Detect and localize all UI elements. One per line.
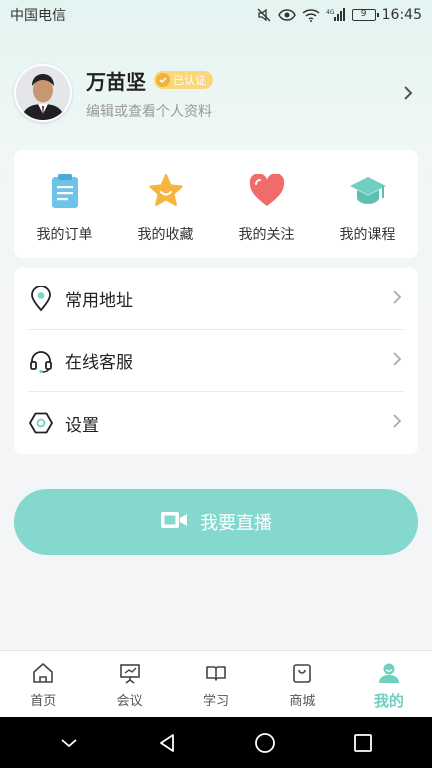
check-icon	[156, 73, 170, 87]
profile-subtitle: 编辑或查看个人资料	[86, 103, 212, 120]
shopping-bag-icon	[290, 661, 314, 685]
quick-link-following[interactable]: 我的关注	[216, 150, 317, 258]
tab-mine[interactable]: 我的	[346, 651, 432, 717]
eye-icon	[277, 8, 296, 22]
location-pin-icon	[28, 285, 54, 312]
go-live-label: 我要直播	[200, 513, 272, 534]
chevron-right-icon	[390, 288, 404, 310]
tab-mall[interactable]: 商城	[259, 651, 345, 717]
clipboard-icon	[46, 172, 84, 210]
chevron-right-icon	[390, 350, 404, 372]
menu-item-support[interactable]: 在线客服	[28, 330, 404, 392]
menu-item-address[interactable]: 常用地址	[28, 268, 404, 330]
menu-item-settings[interactable]: 设置	[28, 392, 404, 454]
tab-study[interactable]: 学习	[173, 651, 259, 717]
video-camera-icon	[160, 510, 188, 535]
home-circle-icon[interactable]	[250, 728, 280, 758]
bottom-tab-bar: 首页 会议 学习 商城 我的	[0, 650, 432, 717]
user-icon	[377, 661, 401, 685]
battery-icon: 9	[351, 9, 379, 21]
settings-hexagon-icon	[28, 410, 54, 436]
status-bar: 中国电信 4G 9 16:45	[0, 0, 432, 30]
recent-apps-icon[interactable]	[348, 728, 378, 758]
settings-menu-card: 常用地址 在线客服 设置	[14, 268, 418, 454]
tab-meeting[interactable]: 会议	[86, 651, 172, 717]
avatar[interactable]	[14, 64, 72, 122]
mute-icon	[256, 7, 272, 23]
signal-icon: 4G	[326, 8, 346, 22]
quick-link-courses[interactable]: 我的课程	[317, 150, 418, 258]
go-live-button[interactable]: 我要直播	[14, 489, 418, 555]
svg-text:4G: 4G	[326, 9, 335, 16]
tab-home[interactable]: 首页	[0, 651, 86, 717]
profile-info: 万苗坚 已认证 编辑或查看个人资料	[86, 66, 398, 121]
home-icon	[31, 661, 55, 685]
quick-link-orders[interactable]: 我的订单	[14, 150, 115, 258]
carrier-label: 中国电信	[10, 8, 66, 24]
book-icon	[204, 661, 228, 685]
profile-header[interactable]: 万苗坚 已认证 编辑或查看个人资料	[14, 62, 418, 124]
verified-badge: 已认证	[154, 71, 213, 89]
chevron-right-icon	[390, 412, 404, 434]
chevron-right-icon[interactable]	[398, 83, 418, 103]
graduation-cap-icon	[349, 172, 387, 210]
presentation-icon	[118, 661, 142, 685]
star-icon	[147, 172, 185, 210]
wifi-icon	[302, 8, 320, 22]
quick-link-favorites[interactable]: 我的收藏	[115, 150, 216, 258]
heart-icon	[248, 172, 286, 210]
chevron-down-icon[interactable]	[54, 728, 84, 758]
headset-icon	[28, 348, 54, 374]
quick-links-card: 我的订单 我的收藏 我的关注 我的课程	[14, 150, 418, 258]
user-name: 万苗坚	[86, 69, 146, 94]
clock: 16:45	[381, 7, 422, 23]
status-icons: 4G 9 16:45	[256, 7, 422, 23]
back-icon[interactable]	[152, 728, 182, 758]
system-nav-bar	[0, 717, 432, 768]
